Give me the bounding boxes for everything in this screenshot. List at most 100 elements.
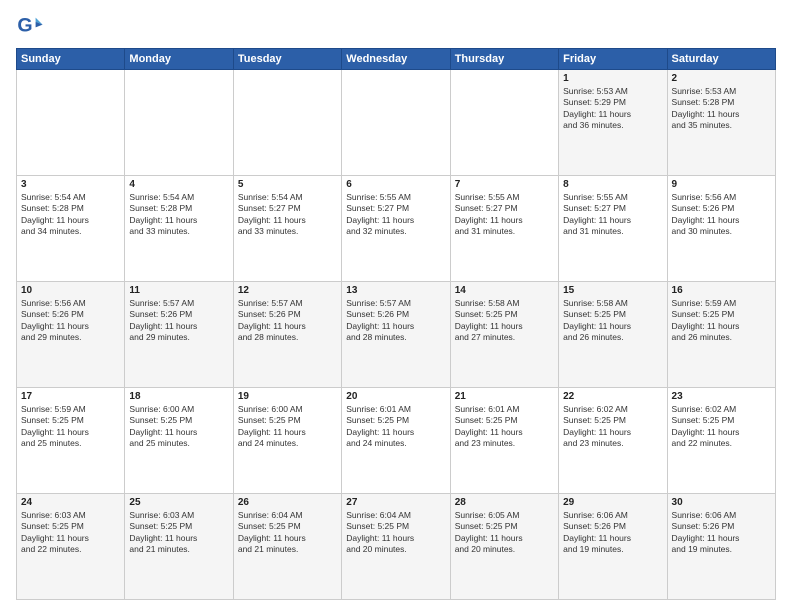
day-info: Sunrise: 6:04 AM Sunset: 5:25 PM Dayligh… [238, 510, 337, 556]
calendar-cell: 1Sunrise: 5:53 AM Sunset: 5:29 PM Daylig… [559, 70, 667, 176]
day-info: Sunrise: 6:06 AM Sunset: 5:26 PM Dayligh… [563, 510, 662, 556]
calendar-cell: 17 Sunrise: 5:59 AM Sunset: 5:25 PM Dayli… [17, 388, 125, 494]
calendar-cell: 22 Sunrise: 6:02 AM Sunset: 5:25 PM Dayli… [559, 388, 667, 494]
weekday-header-sunday: Sunday [17, 49, 125, 70]
calendar-week-2: 3 Sunrise: 5:54 AM Sunset: 5:28 PM Daylig… [17, 176, 776, 282]
day-info: Sunrise: 6:03 AM Sunset: 5:25 PM Dayligh… [21, 510, 120, 556]
day-info: Sunrise: 5:55 AM Sunset: 5:27 PM Dayligh… [346, 192, 445, 238]
calendar-table: SundayMondayTuesdayWednesdayThursdayFrid… [16, 48, 776, 600]
weekday-header-wednesday: Wednesday [342, 49, 450, 70]
calendar-cell: 7Sunrise: 5:55 AM Sunset: 5:27 PM Daylig… [450, 176, 558, 282]
day-info: Sunrise: 5:59 AM Sunset: 5:25 PM Dayligh… [21, 404, 120, 450]
calendar-cell: 3 Sunrise: 5:54 AM Sunset: 5:28 PM Daylig… [17, 176, 125, 282]
day-number: 25 [129, 497, 228, 508]
day-info: Sunrise: 6:02 AM Sunset: 5:25 PM Dayligh… [672, 404, 771, 450]
weekday-header-friday: Friday [559, 49, 667, 70]
day-number: 5 [238, 179, 337, 190]
day-info: Sunrise: 6:04 AM Sunset: 5:25 PM Dayligh… [346, 510, 445, 556]
calendar-cell: 25 Sunrise: 6:03 AM Sunset: 5:25 PM Dayli… [125, 494, 233, 600]
day-info: Sunrise: 5:56 AM Sunset: 5:26 PM Dayligh… [21, 298, 120, 344]
weekday-header-row: SundayMondayTuesdayWednesdayThursdayFrid… [17, 49, 776, 70]
day-number: 27 [346, 497, 445, 508]
calendar-cell: 24 Sunrise: 6:03 AM Sunset: 5:25 PM Dayli… [17, 494, 125, 600]
calendar-cell [450, 70, 558, 176]
day-number: 26 [238, 497, 337, 508]
day-info: Sunrise: 5:53 AM Sunset: 5:29 PM Dayligh… [563, 86, 662, 132]
day-number: 19 [238, 391, 337, 402]
day-number: 24 [21, 497, 120, 508]
calendar-week-4: 17 Sunrise: 5:59 AM Sunset: 5:25 PM Dayli… [17, 388, 776, 494]
calendar-cell: 20 Sunrise: 6:01 AM Sunset: 5:25 PM Dayli… [342, 388, 450, 494]
calendar-cell: 28Sunrise: 6:05 AM Sunset: 5:25 PM Dayli… [450, 494, 558, 600]
day-number: 9 [672, 179, 771, 190]
logo-icon: G [16, 12, 44, 40]
day-info: Sunrise: 6:03 AM Sunset: 5:25 PM Dayligh… [129, 510, 228, 556]
logo: G [16, 12, 48, 40]
calendar-cell: 13 Sunrise: 5:57 AM Sunset: 5:26 PM Dayli… [342, 282, 450, 388]
calendar-cell: 27 Sunrise: 6:04 AM Sunset: 5:25 PM Dayli… [342, 494, 450, 600]
day-number: 30 [672, 497, 771, 508]
day-info: Sunrise: 5:55 AM Sunset: 5:27 PM Dayligh… [563, 192, 662, 238]
calendar-cell: 14 Sunrise: 5:58 AM Sunset: 5:25 PM Dayli… [450, 282, 558, 388]
calendar-cell: 8Sunrise: 5:55 AM Sunset: 5:27 PM Daylig… [559, 176, 667, 282]
day-info: Sunrise: 5:58 AM Sunset: 5:25 PM Dayligh… [563, 298, 662, 344]
calendar-cell: 23Sunrise: 6:02 AM Sunset: 5:25 PM Dayli… [667, 388, 775, 494]
day-number: 12 [238, 285, 337, 296]
calendar-cell: 11 Sunrise: 5:57 AM Sunset: 5:26 PM Dayli… [125, 282, 233, 388]
calendar-cell [125, 70, 233, 176]
weekday-header-saturday: Saturday [667, 49, 775, 70]
calendar-cell: 18 Sunrise: 6:00 AM Sunset: 5:25 PM Dayli… [125, 388, 233, 494]
weekday-header-thursday: Thursday [450, 49, 558, 70]
calendar-cell: 29 Sunrise: 6:06 AM Sunset: 5:26 PM Dayli… [559, 494, 667, 600]
day-number: 22 [563, 391, 662, 402]
day-info: Sunrise: 6:00 AM Sunset: 5:25 PM Dayligh… [238, 404, 337, 450]
day-number: 20 [346, 391, 445, 402]
day-info: Sunrise: 5:59 AM Sunset: 5:25 PM Dayligh… [672, 298, 771, 344]
calendar-cell: 4 Sunrise: 5:54 AM Sunset: 5:28 PM Daylig… [125, 176, 233, 282]
day-info: Sunrise: 6:00 AM Sunset: 5:25 PM Dayligh… [129, 404, 228, 450]
calendar-cell: 19 Sunrise: 6:00 AM Sunset: 5:25 PM Dayli… [233, 388, 341, 494]
day-info: Sunrise: 6:06 AM Sunset: 5:26 PM Dayligh… [672, 510, 771, 556]
calendar-cell [17, 70, 125, 176]
day-info: Sunrise: 6:01 AM Sunset: 5:25 PM Dayligh… [455, 404, 554, 450]
calendar-week-3: 10Sunrise: 5:56 AM Sunset: 5:26 PM Dayli… [17, 282, 776, 388]
day-info: Sunrise: 5:57 AM Sunset: 5:26 PM Dayligh… [346, 298, 445, 344]
day-info: Sunrise: 5:57 AM Sunset: 5:26 PM Dayligh… [129, 298, 228, 344]
calendar-cell: 21 Sunrise: 6:01 AM Sunset: 5:25 PM Dayli… [450, 388, 558, 494]
calendar-week-5: 24 Sunrise: 6:03 AM Sunset: 5:25 PM Dayli… [17, 494, 776, 600]
day-number: 7 [455, 179, 554, 190]
weekday-header-monday: Monday [125, 49, 233, 70]
day-number: 13 [346, 285, 445, 296]
day-number: 15 [563, 285, 662, 296]
day-number: 6 [346, 179, 445, 190]
day-number: 2 [672, 73, 771, 84]
weekday-header-tuesday: Tuesday [233, 49, 341, 70]
day-info: Sunrise: 6:01 AM Sunset: 5:25 PM Dayligh… [346, 404, 445, 450]
day-number: 18 [129, 391, 228, 402]
day-number: 29 [563, 497, 662, 508]
day-number: 11 [129, 285, 228, 296]
calendar-cell: 6 Sunrise: 5:55 AM Sunset: 5:27 PM Daylig… [342, 176, 450, 282]
calendar-cell [233, 70, 341, 176]
calendar-cell: 30 Sunrise: 6:06 AM Sunset: 5:26 PM Dayli… [667, 494, 775, 600]
calendar-cell: 12Sunrise: 5:57 AM Sunset: 5:26 PM Dayli… [233, 282, 341, 388]
day-number: 3 [21, 179, 120, 190]
day-info: Sunrise: 5:54 AM Sunset: 5:27 PM Dayligh… [238, 192, 337, 238]
day-number: 14 [455, 285, 554, 296]
day-info: Sunrise: 5:56 AM Sunset: 5:26 PM Dayligh… [672, 192, 771, 238]
day-info: Sunrise: 5:53 AM Sunset: 5:28 PM Dayligh… [672, 86, 771, 132]
day-number: 17 [21, 391, 120, 402]
day-number: 21 [455, 391, 554, 402]
header: G [16, 12, 776, 40]
day-info: Sunrise: 5:54 AM Sunset: 5:28 PM Dayligh… [21, 192, 120, 238]
day-info: Sunrise: 5:54 AM Sunset: 5:28 PM Dayligh… [129, 192, 228, 238]
calendar-cell: 9 Sunrise: 5:56 AM Sunset: 5:26 PM Daylig… [667, 176, 775, 282]
day-info: Sunrise: 6:02 AM Sunset: 5:25 PM Dayligh… [563, 404, 662, 450]
calendar-cell: 16Sunrise: 5:59 AM Sunset: 5:25 PM Dayli… [667, 282, 775, 388]
day-number: 4 [129, 179, 228, 190]
page: G SundayMondayTuesdayWednesdayThursdayFr… [0, 0, 792, 612]
calendar-cell: 2 Sunrise: 5:53 AM Sunset: 5:28 PM Daylig… [667, 70, 775, 176]
day-info: Sunrise: 5:58 AM Sunset: 5:25 PM Dayligh… [455, 298, 554, 344]
calendar-week-1: 1Sunrise: 5:53 AM Sunset: 5:29 PM Daylig… [17, 70, 776, 176]
calendar-cell: 10Sunrise: 5:56 AM Sunset: 5:26 PM Dayli… [17, 282, 125, 388]
